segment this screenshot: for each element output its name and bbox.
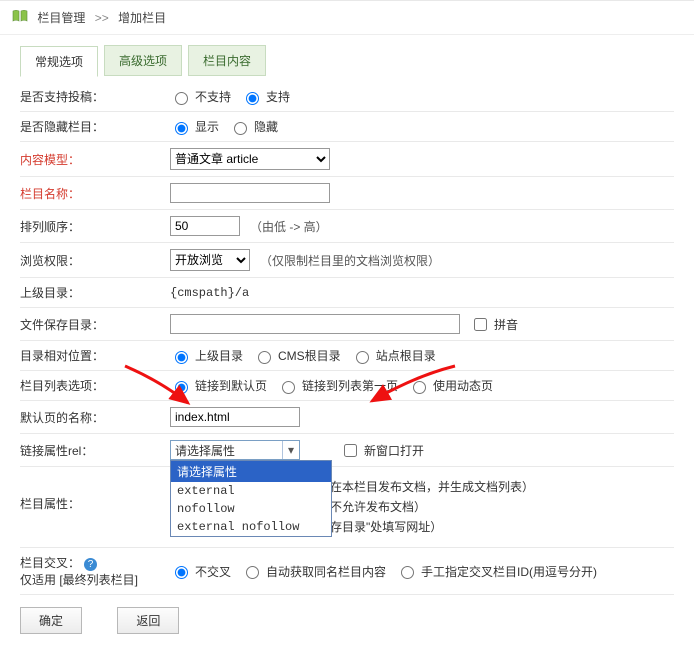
radio-cross-none[interactable]: 不交叉 <box>170 563 231 580</box>
dropdown-rel: 请选择属性 external nofollow external nofollo… <box>170 460 332 537</box>
tab-general[interactable]: 常规选项 <box>20 46 98 77</box>
breadcrumb: 栏目管理 >> 增加栏目 <box>0 1 694 35</box>
rel-opt-external[interactable]: external <box>171 482 331 500</box>
radio-list-default[interactable]: 链接到默认页 <box>170 377 267 394</box>
chevron-down-icon: ▾ <box>282 441 299 459</box>
tabs: 常规选项 高级选项 栏目内容 <box>20 45 674 76</box>
select-rel-value: 请选择属性 <box>175 442 235 459</box>
label-model: 内容模型： <box>20 151 170 168</box>
label-hidden: 是否隐藏栏目： <box>20 118 170 135</box>
label-cross: 栏目交叉：? 仅适用 [最终列表栏目] <box>20 554 170 588</box>
label-dirpos: 目录相对位置： <box>20 347 170 364</box>
help-icon[interactable]: ? <box>84 558 97 571</box>
hint-perm: （仅限制栏目里的文档浏览权限） <box>260 252 440 269</box>
radio-hidden-show[interactable]: 显示 <box>170 118 219 135</box>
radio-dirpos-parent[interactable]: 上级目录 <box>170 347 243 364</box>
radio-submit-no[interactable]: 不支持 <box>170 88 231 105</box>
tab-advanced[interactable]: 高级选项 <box>104 45 182 76</box>
radio-hidden-hide[interactable]: 隐藏 <box>229 118 278 135</box>
input-order[interactable] <box>170 216 240 236</box>
label-perm: 浏览权限： <box>20 252 170 269</box>
attr-line-1: 不允许发布文档） <box>330 497 674 517</box>
radio-dirpos-cmsroot[interactable]: CMS根目录 <box>253 347 341 364</box>
radio-dirpos-siteroot[interactable]: 站点根目录 <box>351 347 436 364</box>
label-cross-sub: 仅适用 [最终列表栏目] <box>20 573 138 587</box>
label-parent: 上级目录： <box>20 284 170 301</box>
label-order: 排列顺序： <box>20 218 170 235</box>
radio-cross-auto[interactable]: 自动获取同名栏目内容 <box>241 563 386 580</box>
breadcrumb-root[interactable]: 栏目管理 <box>37 11 85 25</box>
rel-opt-placeholder[interactable]: 请选择属性 <box>171 461 331 482</box>
select-rel[interactable]: 请选择属性 ▾ <box>170 440 300 460</box>
text-parent: {cmspath}/a <box>170 286 249 300</box>
hint-order: （由低 -> 高） <box>250 218 328 235</box>
radio-submit-yes[interactable]: 支持 <box>241 88 290 105</box>
book-icon <box>12 9 28 26</box>
radio-cross-manual[interactable]: 手工指定交叉栏目ID(用逗号分开) <box>396 563 597 580</box>
label-rel: 链接属性rel： <box>20 442 170 459</box>
ok-button[interactable]: 确定 <box>20 607 82 634</box>
tab-content[interactable]: 栏目内容 <box>188 45 266 76</box>
select-perm[interactable]: 开放浏览 <box>170 249 250 271</box>
radio-list-dynamic[interactable]: 使用动态页 <box>408 377 493 394</box>
label-defpage: 默认页的名称： <box>20 409 170 426</box>
label-submit: 是否支持投稿： <box>20 88 170 105</box>
label-savedir: 文件保存目录： <box>20 316 170 333</box>
button-bar: 确定 返回 <box>20 595 674 646</box>
rel-opt-external-nofollow[interactable]: external nofollow <box>171 518 331 536</box>
input-name[interactable] <box>170 183 330 203</box>
rel-opt-nofollow[interactable]: nofollow <box>171 500 331 518</box>
input-defpage[interactable] <box>170 407 300 427</box>
breadcrumb-sep: >> <box>95 11 109 25</box>
back-button[interactable]: 返回 <box>117 607 179 634</box>
checkbox-pinyin[interactable]: 拼音 <box>470 315 518 334</box>
input-savedir[interactable] <box>170 314 460 334</box>
radio-list-first[interactable]: 链接到列表第一页 <box>277 377 398 394</box>
label-listopt: 栏目列表选项： <box>20 377 170 394</box>
attr-line-0: 在本栏目发布文档，并生成文档列表） <box>330 477 674 497</box>
select-model[interactable]: 普通文章 article <box>170 148 330 170</box>
label-name: 栏目名称： <box>20 185 170 202</box>
checkbox-newwin[interactable]: 新窗口打开 <box>340 441 424 460</box>
label-attr: 栏目属性： <box>20 477 170 512</box>
breadcrumb-current: 增加栏目 <box>118 11 166 25</box>
attr-line-2: 存目录"处填写网址） <box>330 517 674 537</box>
